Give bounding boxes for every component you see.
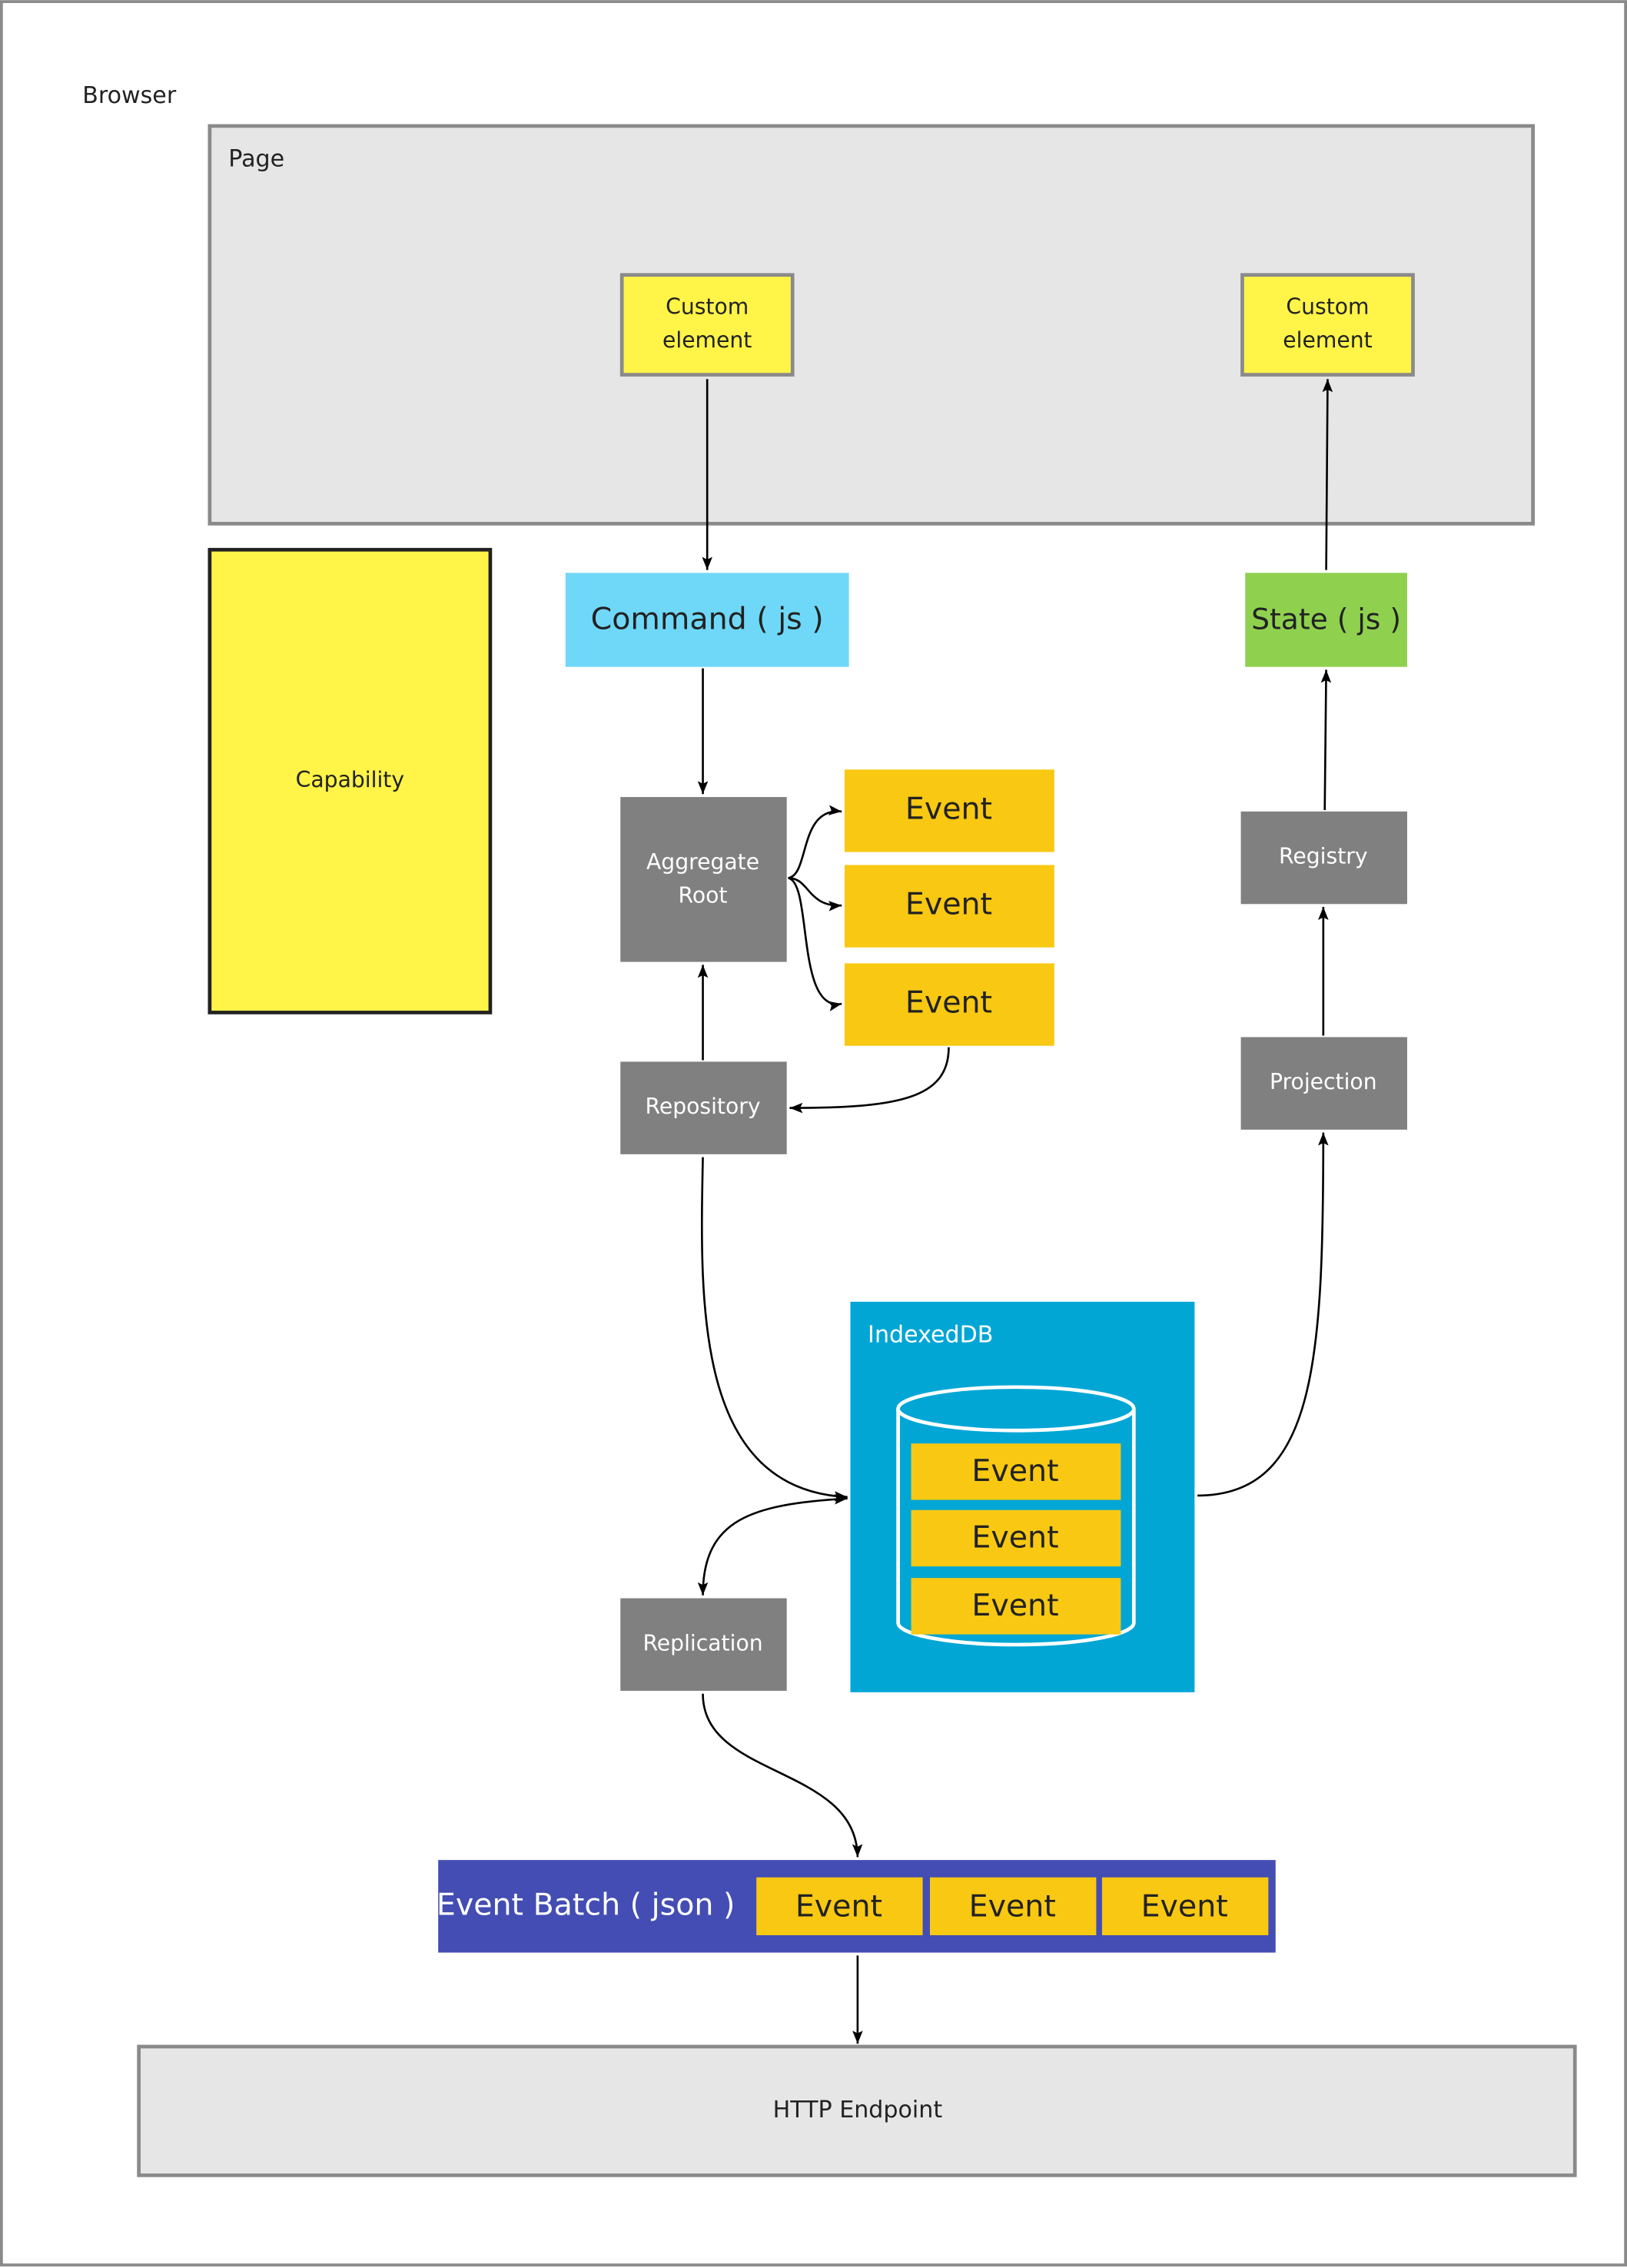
projection-box[interactable]: Projection <box>1240 1037 1407 1130</box>
custom-element-left-line1: Custom <box>666 294 749 320</box>
stored-event-box[interactable]: Event <box>911 1443 1121 1500</box>
capability-label: Capability <box>296 767 404 792</box>
state-box[interactable]: State ( js ) <box>1245 573 1407 667</box>
repository-label: Repository <box>646 1094 761 1119</box>
registry-label: Registry <box>1279 844 1368 869</box>
registry-box[interactable]: Registry <box>1240 811 1407 905</box>
event-box[interactable]: Event <box>844 963 1054 1046</box>
capability-box[interactable]: Capability <box>208 547 493 1014</box>
command-box[interactable]: Command ( js ) <box>565 573 849 667</box>
stored-event-label: Event <box>971 1588 1058 1623</box>
batch-event-box[interactable]: Event <box>929 1877 1097 1936</box>
custom-element-left[interactable]: Custom element <box>619 273 795 377</box>
event-label: Event <box>905 791 992 826</box>
custom-element-right[interactable]: Custom element <box>1240 273 1415 377</box>
replication-label: Replication <box>642 1630 762 1655</box>
custom-element-right-line1: Custom <box>1286 294 1369 320</box>
page-label: Page <box>228 146 284 173</box>
event-box[interactable]: Event <box>844 769 1054 852</box>
custom-element-left-line2: element <box>662 327 752 353</box>
command-label: Command ( js ) <box>591 602 824 637</box>
http-endpoint-box[interactable]: HTTP Endpoint <box>137 2044 1577 2177</box>
http-endpoint-label: HTTP Endpoint <box>773 2097 943 2124</box>
architecture-diagram: Browser Page Custom element Custom eleme… <box>0 0 1627 2266</box>
stored-event-label: Event <box>971 1453 1058 1489</box>
batch-event-label: Event <box>969 1889 1056 1924</box>
batch-event-label: Event <box>795 1889 882 1924</box>
aggregate-root-line1: Aggregate <box>646 849 759 875</box>
aggregate-root-box[interactable]: Aggregate Root <box>620 797 787 962</box>
replication-box[interactable]: Replication <box>620 1598 787 1691</box>
batch-event-box[interactable]: Event <box>756 1877 923 1936</box>
browser-label: Browser <box>82 82 177 109</box>
indexeddb-label: IndexedDB <box>868 1321 993 1348</box>
event-label: Event <box>905 886 992 921</box>
indexeddb-container[interactable]: IndexedDB Event Event Event <box>850 1301 1195 1692</box>
aggregate-root-line2: Root <box>679 882 728 908</box>
event-batch-container[interactable]: Event Batch ( json ) Event Event Event <box>437 1860 1276 1953</box>
repository-box[interactable]: Repository <box>620 1061 787 1154</box>
stored-event-label: Event <box>971 1520 1058 1556</box>
batch-event-label: Event <box>1141 1889 1228 1924</box>
event-box[interactable]: Event <box>844 865 1054 948</box>
state-label: State ( js ) <box>1251 603 1401 636</box>
event-batch-label: Event Batch ( json ) <box>437 1888 735 1923</box>
batch-event-box[interactable]: Event <box>1101 1877 1269 1936</box>
stored-event-box[interactable]: Event <box>911 1578 1121 1635</box>
event-label: Event <box>905 985 992 1020</box>
projection-label: Projection <box>1270 1069 1377 1094</box>
stored-event-box[interactable]: Event <box>911 1509 1121 1567</box>
custom-element-right-line2: element <box>1283 327 1372 353</box>
